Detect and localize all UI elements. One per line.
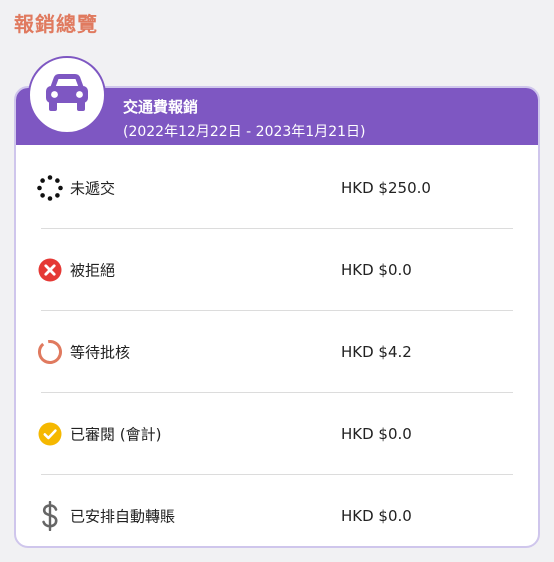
status-label: 已審閱 (會計) bbox=[70, 425, 162, 444]
status-label: 已安排自動轉賬 bbox=[70, 507, 176, 526]
status-amount: HKD $250.0 bbox=[341, 179, 431, 197]
transport-expense-card[interactable]: 交通費報銷 (2022年12月22日 - 2023年1月21日) 未遞交 HKD… bbox=[14, 86, 540, 548]
expense-overview-page: 報銷總覽 交通費報銷 (2022年12月22日 - 2023年1月21日) 未遞… bbox=[0, 0, 554, 562]
status-label: 等待批核 bbox=[70, 343, 131, 362]
status-list: 未遞交 HKD $250.0 被拒絕 HKD $0.0 等待批核 HKD $4.… bbox=[16, 147, 538, 546]
transport-avatar bbox=[28, 56, 106, 134]
page-title: 報銷總覽 bbox=[14, 12, 98, 36]
status-row-auto-transfer[interactable]: 已安排自動轉賬 HKD $0.0 bbox=[16, 475, 538, 546]
rejected-icon bbox=[37, 257, 63, 283]
dollar-icon bbox=[37, 501, 63, 531]
status-row-not-submitted[interactable]: 未遞交 HKD $250.0 bbox=[16, 147, 538, 229]
status-row-rejected[interactable]: 被拒絕 HKD $0.0 bbox=[16, 229, 538, 311]
status-amount: HKD $4.2 bbox=[341, 343, 412, 361]
status-label: 被拒絕 bbox=[70, 261, 116, 280]
card-period: (2022年12月22日 - 2023年1月21日) bbox=[123, 124, 366, 140]
card-title: 交通費報銷 bbox=[123, 98, 199, 116]
status-label: 未遞交 bbox=[70, 179, 116, 198]
status-row-pending-approval[interactable]: 等待批核 HKD $4.2 bbox=[16, 311, 538, 393]
loading-dots-icon bbox=[37, 175, 63, 201]
status-row-reviewed-accounting[interactable]: 已審閱 (會計) HKD $0.0 bbox=[16, 393, 538, 475]
check-circle-icon bbox=[37, 421, 63, 447]
car-icon bbox=[43, 73, 91, 117]
status-amount: HKD $0.0 bbox=[341, 507, 412, 525]
pending-ring-icon bbox=[37, 339, 63, 365]
status-amount: HKD $0.0 bbox=[341, 261, 412, 279]
status-amount: HKD $0.0 bbox=[341, 425, 412, 443]
